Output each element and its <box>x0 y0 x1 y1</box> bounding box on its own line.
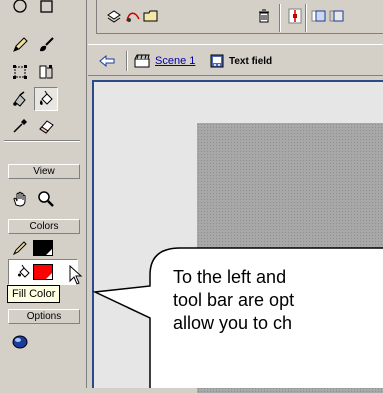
mouse-cursor-icon <box>69 265 83 285</box>
movie-clip-symbol-icon <box>210 54 224 68</box>
callout-text: To the left and tool bar are opt allow y… <box>173 267 295 333</box>
onion-skin-icon[interactable] <box>311 8 327 24</box>
scene-clapper-icon <box>134 54 150 68</box>
ink-bottle-tool-icon[interactable] <box>8 87 32 111</box>
timeline-divider <box>279 4 281 32</box>
back-arrow-icon[interactable] <box>98 53 116 69</box>
hand-tool-icon[interactable] <box>8 187 32 211</box>
view-section-label: View <box>8 164 80 179</box>
options-section-label: Options <box>8 309 80 324</box>
fill-transform-tool-icon[interactable] <box>34 60 58 84</box>
zoom-tool-icon[interactable] <box>34 187 58 211</box>
gap-size-option-icon[interactable] <box>8 330 32 354</box>
eraser-tool-icon[interactable] <box>34 114 58 138</box>
stroke-color-swatch[interactable] <box>33 240 53 256</box>
free-transform-tool-icon[interactable] <box>8 60 32 84</box>
insert-layer-icon[interactable] <box>106 8 122 24</box>
colors-section-label: Colors <box>8 219 80 234</box>
timeline-divider <box>305 4 307 32</box>
oval-tool-icon[interactable] <box>8 0 32 18</box>
brush-tool-icon[interactable] <box>34 33 58 57</box>
breadcrumb-divider <box>126 51 128 71</box>
pencil-tool-icon[interactable] <box>8 33 32 57</box>
edit-bar: Scene 1 Text field <box>88 44 383 76</box>
stroke-pencil-icon <box>8 236 32 260</box>
eyedropper-tool-icon[interactable] <box>8 114 32 138</box>
tools-separator <box>4 140 80 142</box>
timeline-strip <box>88 0 383 44</box>
fill-color-tooltip: Fill Color <box>7 285 61 303</box>
insert-layer-folder-icon[interactable] <box>143 8 159 24</box>
tools-panel: View Colors Fill Color Options <box>0 0 87 388</box>
onion-skin-outlines-icon[interactable] <box>329 8 345 24</box>
breadcrumb-scene[interactable]: Scene 1 <box>134 53 195 69</box>
timeline-layer-controls <box>96 0 383 34</box>
stage-area[interactable] <box>92 80 383 393</box>
center-frame-icon[interactable] <box>287 8 303 24</box>
paint-bucket-tool-icon[interactable] <box>34 87 58 111</box>
rectangle-tool-icon[interactable] <box>34 0 58 18</box>
add-motion-guide-icon[interactable] <box>125 8 141 24</box>
fill-color-swatch[interactable] <box>33 264 53 280</box>
breadcrumb-symbol[interactable]: Text field <box>210 53 272 69</box>
breadcrumb-scene-label[interactable]: Scene 1 <box>155 55 195 67</box>
delete-layer-icon[interactable] <box>256 8 272 24</box>
stage-canvas[interactable] <box>197 123 383 393</box>
breadcrumb-symbol-label[interactable]: Text field <box>229 56 272 67</box>
